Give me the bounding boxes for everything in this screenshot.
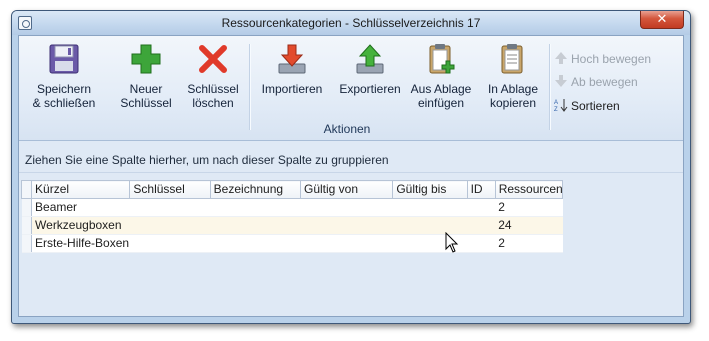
group-by-panel[interactable]: Ziehen Sie eine Spalte hierher, um nach … (19, 148, 683, 173)
row-indicator[interactable] (21, 234, 33, 253)
move-up-label: Hoch bewegen (571, 52, 652, 66)
cell-ressourcen[interactable]: 2 (495, 234, 563, 253)
cell-kuerzel[interactable]: Werkzeugboxen (31, 216, 130, 235)
plus-icon (131, 44, 161, 74)
svg-text:Z: Z (554, 107, 558, 112)
cell-bezeichnung[interactable] (210, 216, 301, 235)
save-close-label-2: & schließen (32, 96, 96, 110)
clipboard-paste-icon (429, 44, 455, 74)
table-row[interactable]: Erste-Hilfe-Boxen 2 (21, 234, 563, 253)
sort-az-icon: A Z (554, 99, 568, 112)
cell-gueltig-bis[interactable] (392, 198, 468, 217)
group-label-aktionen: Aktionen (323, 122, 371, 136)
column-header-bezeichnung[interactable]: Bezeichnung (209, 180, 302, 199)
cell-kuerzel[interactable]: Erste-Hilfe-Boxen (31, 234, 130, 253)
sort-label: Sortieren (571, 99, 620, 113)
cell-id[interactable] (467, 198, 496, 217)
cell-gueltig-von[interactable] (300, 198, 393, 217)
column-header-gueltig-von[interactable]: Gültig von (299, 180, 394, 199)
clipboard-copy-icon (501, 44, 523, 74)
ribbon-toolbar: Speichern & schließen Neuer Schlüssel Sc… (19, 36, 683, 141)
cell-schluessel[interactable] (129, 216, 211, 235)
cell-gueltig-von[interactable] (300, 234, 393, 253)
svg-text:A: A (554, 100, 558, 106)
move-up-button[interactable]: Hoch bewegen (554, 50, 651, 68)
save-close-label-1: Speichern (36, 82, 92, 96)
row-indicator[interactable] (21, 198, 33, 217)
ribbon-separator (249, 44, 251, 130)
dialog-window: Ressourcenkategorien - Schlüsselverzeich… (11, 10, 691, 324)
cell-bezeichnung[interactable] (210, 234, 301, 253)
export-label: Exportieren (339, 82, 401, 96)
paste-label-1: Aus Ablage (410, 82, 472, 96)
move-down-button[interactable]: Ab bewegen (554, 73, 638, 91)
row-indicator[interactable] (21, 216, 33, 235)
cell-id[interactable] (467, 234, 496, 253)
cell-schluessel[interactable] (129, 234, 211, 253)
cell-schluessel[interactable] (129, 198, 211, 217)
close-button[interactable]: ✕ (640, 11, 684, 29)
delete-key-label-1: Schlüssel (187, 82, 239, 96)
cell-ressourcen[interactable]: 24 (495, 216, 563, 235)
copy-label-2: kopieren (489, 96, 537, 110)
copy-label-1: In Ablage (487, 82, 539, 96)
table-row[interactable]: Beamer 2 (21, 198, 563, 217)
cell-bezeichnung[interactable] (210, 198, 301, 217)
client-area: Speichern & schließen Neuer Schlüssel Sc… (18, 35, 684, 317)
arrow-up-icon (555, 52, 567, 64)
column-header-schluessel[interactable]: Schlüssel (129, 180, 211, 199)
table-row[interactable]: Werkzeugboxen 24 (21, 216, 563, 235)
save-close-button[interactable]: Speichern & schließen (27, 40, 101, 120)
column-header-gueltig-bis[interactable]: Gültig bis (392, 180, 468, 199)
column-header-id[interactable]: ID (466, 180, 496, 199)
move-down-label: Ab bewegen (571, 75, 638, 89)
grid-header-row: Kürzel Schlüssel Bezeichnung Gültig von … (20, 180, 564, 199)
delete-key-button[interactable]: Schlüssel löschen (181, 40, 245, 120)
row-indicator-header (20, 180, 33, 199)
column-header-kuerzel[interactable]: Kürzel (31, 180, 131, 199)
data-grid: Kürzel Schlüssel Bezeichnung Gültig von … (20, 180, 564, 253)
export-up-arrow-icon (356, 44, 384, 74)
import-label: Importieren (261, 82, 323, 96)
import-down-arrow-icon (278, 44, 306, 74)
new-key-button[interactable]: Neuer Schlüssel (115, 40, 177, 120)
mouse-cursor-icon (445, 232, 459, 253)
window-title: Ressourcenkategorien - Schlüsselverzeich… (221, 16, 481, 30)
cell-id[interactable] (467, 216, 496, 235)
arrow-down-icon (555, 75, 567, 87)
paste-label-2: einfügen (417, 96, 465, 110)
export-button[interactable]: Exportieren (333, 40, 407, 120)
new-key-label-1: Neuer (129, 82, 163, 96)
floppy-disk-icon (49, 44, 79, 74)
import-button[interactable]: Importieren (255, 40, 329, 120)
title-bar[interactable]: Ressourcenkategorien - Schlüsselverzeich… (12, 11, 690, 35)
new-key-label-2: Schlüssel (120, 96, 172, 110)
sort-button[interactable]: A Z Sortieren (554, 97, 620, 115)
delete-key-label-2: löschen (192, 96, 234, 110)
column-header-ressourcen[interactable]: Ressourcen (494, 180, 564, 199)
copy-to-clipboard-button[interactable]: In Ablage kopieren (481, 40, 545, 120)
cell-kuerzel[interactable]: Beamer (31, 198, 130, 217)
cell-gueltig-von[interactable] (300, 216, 393, 235)
red-x-icon (199, 45, 227, 73)
cell-ressourcen[interactable]: 2 (495, 198, 563, 217)
paste-from-clipboard-button[interactable]: Aus Ablage einfügen (407, 40, 475, 120)
ribbon-separator (549, 44, 551, 130)
